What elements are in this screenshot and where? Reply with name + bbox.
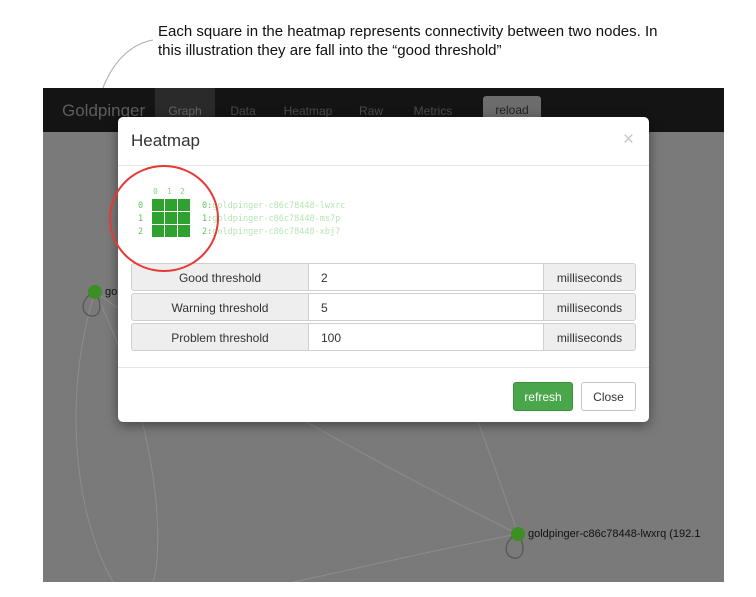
heatmap-cell[interactable] (152, 212, 164, 224)
graph-node (88, 285, 102, 299)
good-threshold-input[interactable]: 2 (308, 263, 544, 291)
heatmap-cell[interactable] (178, 212, 190, 224)
good-threshold-unit: milliseconds (543, 263, 636, 291)
graph-node-label: go (105, 286, 118, 298)
heatmap-matrix: 0 1 2 0 1 2 0:goldpinger-c86c78448-lwxrc… (132, 187, 392, 247)
modal-footer: refresh Close (118, 367, 649, 423)
annotation-text: Each square in the heatmap represents co… (158, 23, 658, 59)
heatmap-cell[interactable] (152, 199, 164, 211)
heatmap-cell[interactable] (165, 212, 177, 224)
heatmap-cell[interactable] (152, 225, 164, 237)
graph-node-label: goldpinger-c86c78448-lwxrq (192.1 (528, 528, 701, 540)
heatmap-cell[interactable] (165, 199, 177, 211)
problem-threshold-unit: milliseconds (543, 323, 636, 351)
threshold-row-problem: Problem threshold 100 milliseconds (131, 323, 636, 353)
heatmap-node-index: 2: (202, 227, 213, 237)
heatmap-node-legend-item: 1:goldpinger-c86c78448-ms7p (202, 214, 340, 224)
heatmap-row-number: 0 (138, 201, 144, 211)
heatmap-node-name: goldpinger-c86c78448-ms7p (212, 214, 341, 224)
warning-threshold-label: Warning threshold (131, 293, 309, 321)
heatmap-row-number: 1 (138, 214, 144, 224)
modal-header: Heatmap × (118, 117, 649, 166)
heatmap-node-legend-item: 0:goldpinger-c86c78448-lwxrc (202, 201, 345, 211)
problem-threshold-label: Problem threshold (131, 323, 309, 351)
heatmap-node-legend-item: 2:goldpinger-c86c78448-xbj7 (202, 227, 340, 237)
good-threshold-label: Good threshold (131, 263, 309, 291)
warning-threshold-input[interactable]: 5 (308, 293, 544, 321)
heatmap-node-name: goldpinger-c86c78448-xbj7 (212, 227, 341, 237)
close-button[interactable]: Close (581, 382, 636, 411)
close-icon[interactable]: × (623, 129, 634, 151)
problem-threshold-input[interactable]: 100 (308, 323, 544, 351)
heatmap-column-number: 2 (180, 187, 185, 196)
heatmap-cell[interactable] (178, 225, 190, 237)
modal-title: Heatmap (131, 131, 200, 150)
graph-edge (292, 533, 519, 582)
threshold-row-good: Good threshold 2 milliseconds (131, 263, 636, 293)
heatmap-modal: Heatmap × 0 1 2 0 1 2 0:goldpinger-c86c7… (118, 117, 649, 422)
heatmap-row-number: 2 (138, 227, 144, 237)
warning-threshold-unit: milliseconds (543, 293, 636, 321)
refresh-button[interactable]: refresh (513, 382, 573, 411)
graph-node (511, 527, 525, 541)
heatmap-cell[interactable] (178, 199, 190, 211)
heatmap-node-index: 1: (202, 214, 213, 224)
heatmap-column-number: 1 (167, 187, 172, 196)
graph-edge (75, 291, 114, 582)
heatmap-node-index: 0: (202, 201, 213, 211)
threshold-row-warning: Warning threshold 5 milliseconds (131, 293, 636, 323)
threshold-table: Good threshold 2 milliseconds Warning th… (131, 263, 636, 353)
heatmap-node-name: goldpinger-c86c78448-lwxrc (212, 201, 346, 211)
heatmap-cell[interactable] (165, 225, 177, 237)
heatmap-column-number: 0 (153, 187, 158, 196)
